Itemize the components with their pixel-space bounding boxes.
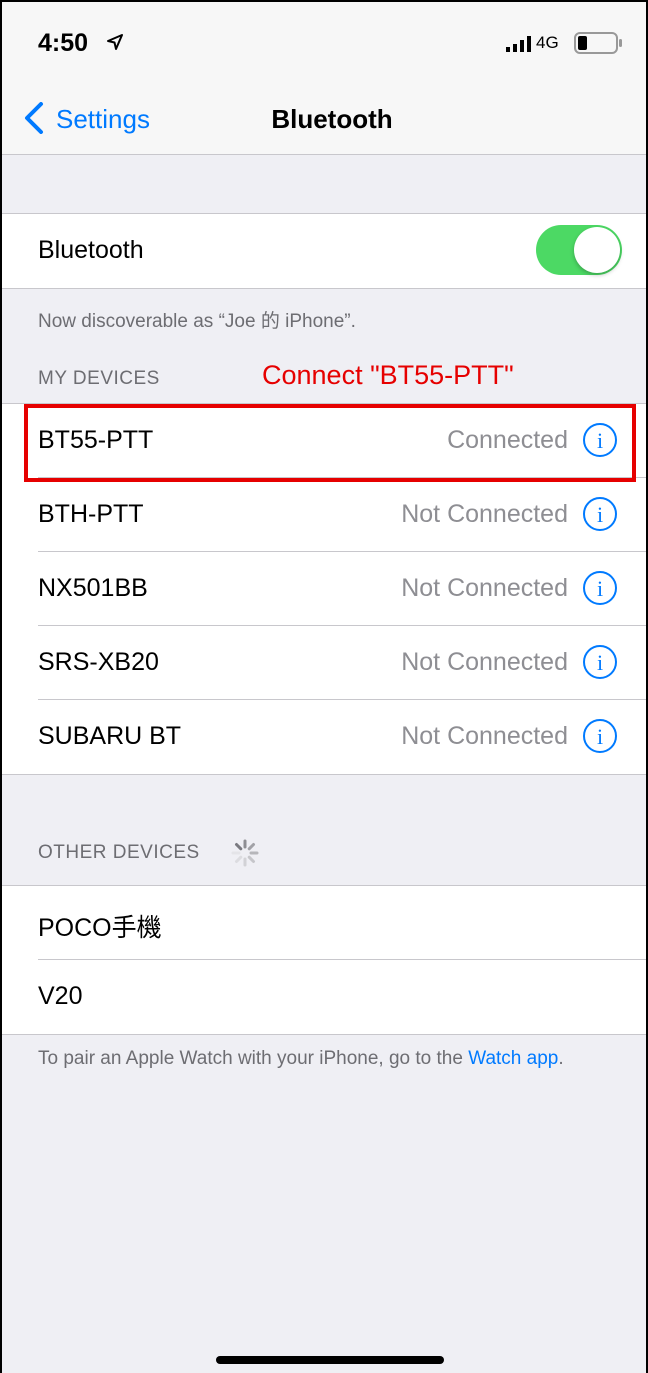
svg-text:i: i <box>597 502 603 527</box>
watch-app-link[interactable]: Watch app <box>468 1048 558 1069</box>
cellular-signal-icon <box>506 36 531 52</box>
home-indicator[interactable] <box>216 1356 444 1364</box>
pair-note-text: To pair an Apple Watch with your iPhone,… <box>38 1048 469 1069</box>
bluetooth-toggle-label: Bluetooth <box>38 236 144 264</box>
bluetooth-toggle-switch[interactable] <box>536 225 622 275</box>
discoverable-note: Now discoverable as “Joe 的 iPhone”. <box>38 311 356 332</box>
bluetooth-toggle-group: Bluetooth <box>2 213 646 289</box>
device-name: SUBARU BT <box>38 722 182 750</box>
info-circle-icon[interactable]: i <box>582 718 618 754</box>
status-time: 4:50 <box>38 29 89 57</box>
annotation-highlight-box <box>24 404 636 482</box>
other-devices-list: POCO手機 V20 <box>2 885 646 1035</box>
location-arrow-icon <box>107 34 123 50</box>
device-status: Not Connected <box>401 574 568 602</box>
other-devices-header: OTHER DEVICES <box>38 842 200 863</box>
info-circle-icon[interactable]: i <box>582 570 618 606</box>
device-row-nx501bb[interactable]: NX501BB Not Connected i <box>2 552 646 626</box>
device-status: Not Connected <box>401 648 568 676</box>
device-row-bth-ptt[interactable]: BTH-PTT Not Connected i <box>2 478 646 552</box>
device-name: SRS-XB20 <box>38 648 159 676</box>
device-name: V20 <box>38 982 83 1010</box>
device-status: Not Connected <box>401 500 568 528</box>
info-circle-icon[interactable]: i <box>582 496 618 532</box>
svg-text:i: i <box>597 650 603 675</box>
activity-spinner-icon <box>231 839 259 867</box>
device-row-subaru-bt[interactable]: SUBARU BT Not Connected i <box>2 700 646 774</box>
page-title: Bluetooth <box>271 104 393 134</box>
device-name: BTH-PTT <box>38 500 144 528</box>
device-name: POCO手機 <box>38 914 162 942</box>
network-type: 4G <box>536 33 559 52</box>
battery-icon <box>574 32 622 54</box>
my-devices-header: MY DEVICES <box>38 368 160 389</box>
info-circle-icon[interactable]: i <box>582 644 618 680</box>
svg-text:i: i <box>597 724 603 749</box>
device-name: NX501BB <box>38 574 148 602</box>
connect-annotation: Connect "BT55-PTT" <box>262 360 514 390</box>
pair-note-suffix: . <box>558 1048 564 1069</box>
device-status: Not Connected <box>401 722 568 750</box>
other-device-row-v20[interactable]: V20 <box>2 960 646 1034</box>
status-bar: 4:50 4G <box>2 2 646 78</box>
phone-screen: 4:50 4G Settings Bluetooth Bluetooth Now… <box>0 0 648 1373</box>
bluetooth-toggle-row: Bluetooth <box>2 214 646 288</box>
other-device-row-poco[interactable]: POCO手機 <box>2 886 646 960</box>
device-row-srs-xb20[interactable]: SRS-XB20 Not Connected i <box>2 626 646 700</box>
svg-text:i: i <box>597 576 603 601</box>
toggle-knob <box>574 227 620 273</box>
apple-watch-pair-note: To pair an Apple Watch with your iPhone,… <box>38 1046 608 1072</box>
navigation-bar: Settings Bluetooth <box>2 78 646 155</box>
